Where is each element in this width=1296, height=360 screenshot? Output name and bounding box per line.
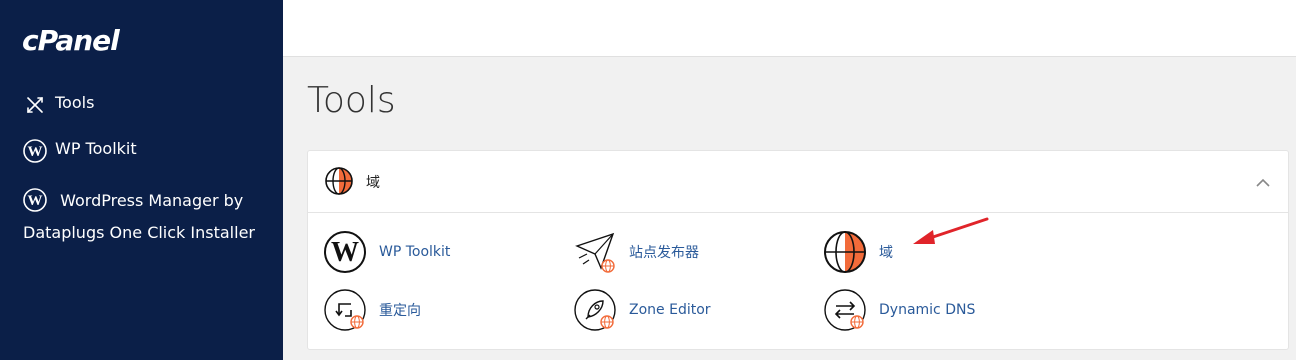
tool-site-publisher[interactable]: 站点发布器 — [573, 230, 699, 274]
redirect-icon — [323, 288, 367, 332]
paper-plane-icon — [573, 230, 617, 274]
section-header[interactable]: 域 — [308, 151, 1288, 213]
rocket-icon — [573, 288, 617, 332]
top-bar — [283, 0, 1296, 57]
sidebar-item-wp-toolkit[interactable]: W WP Toolkit — [23, 139, 137, 163]
tool-label: WP Toolkit — [379, 244, 451, 260]
sidebar-item-tools[interactable]: Tools — [23, 93, 94, 117]
globe-icon — [324, 166, 354, 201]
tool-domains[interactable]: 域 — [823, 230, 893, 274]
sidebar-item-label: Tools — [55, 93, 95, 112]
section-title: 域 — [366, 174, 380, 190]
wordpress-icon: W — [23, 188, 47, 212]
sidebar-item-wordpress-manager[interactable]: W WordPress Manager by Dataplugs One Cli… — [23, 185, 273, 249]
tool-redirects[interactable]: 重定向 — [323, 288, 421, 332]
tool-dynamic-dns[interactable]: Dynamic DNS — [823, 288, 975, 332]
cpanel-logo[interactable]: cPanel — [22, 24, 120, 57]
tool-zone-editor[interactable]: Zone Editor — [573, 288, 711, 332]
domains-section-panel: 域 — [307, 150, 1289, 350]
svg-text:W: W — [331, 237, 359, 268]
tool-wp-toolkit[interactable]: W WP Toolkit — [323, 230, 450, 274]
tool-label: 重定向 — [379, 303, 421, 319]
page-title: Tools — [307, 80, 396, 121]
tool-label: Zone Editor — [629, 302, 711, 318]
tools-icon — [23, 93, 47, 117]
wordpress-icon: W — [23, 139, 47, 163]
svg-text:W: W — [28, 144, 43, 160]
tool-label: Dynamic DNS — [879, 302, 976, 318]
tool-label: 域 — [879, 245, 893, 261]
exchange-icon — [823, 288, 867, 332]
sidebar-item-label: WordPress Manager by Dataplugs One Click… — [23, 191, 255, 242]
annotation-arrow — [913, 217, 989, 244]
sidebar-item-label: WP Toolkit — [55, 139, 137, 158]
svg-text:W: W — [28, 193, 43, 209]
wordpress-icon: W — [323, 230, 367, 274]
sidebar: cPanel Tools W WP Toolkit W WordPress Ma… — [0, 0, 283, 360]
chevron-up-icon[interactable] — [1256, 175, 1270, 193]
globe-icon — [823, 230, 867, 274]
tool-label: 站点发布器 — [629, 245, 699, 261]
